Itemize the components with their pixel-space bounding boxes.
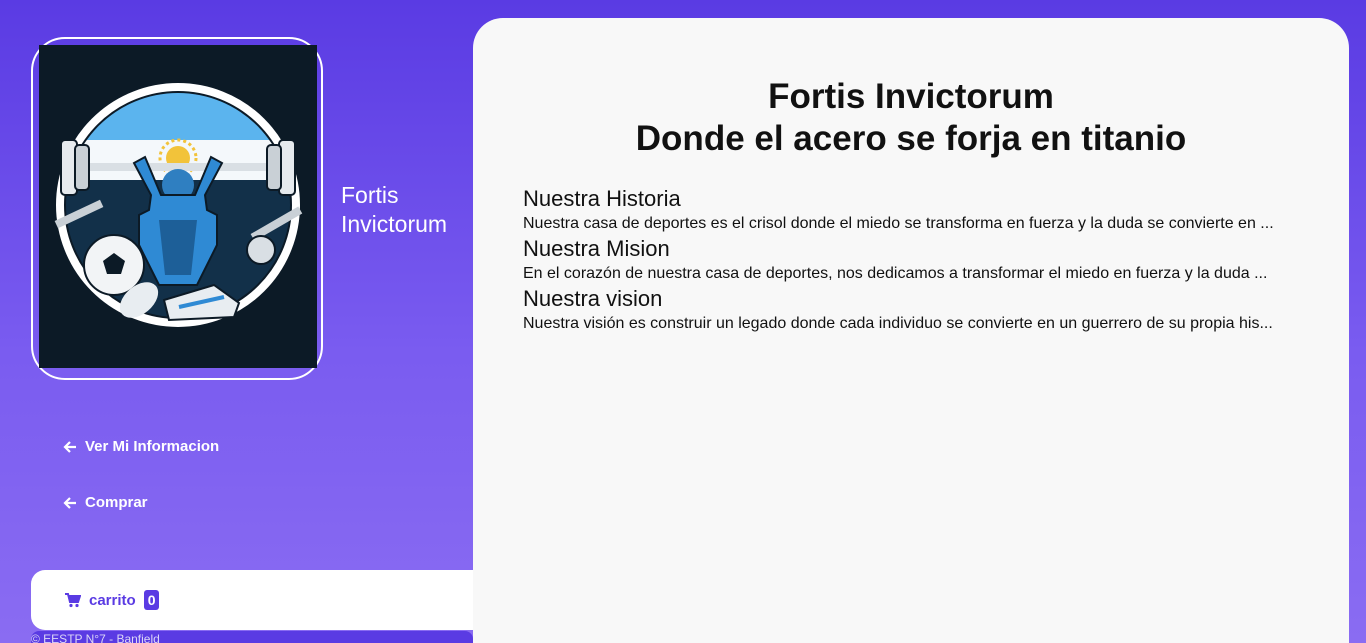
cart-count-badge: 0 [143,590,160,610]
section-title: Nuestra Mision [523,236,670,261]
nav-label: Comprar [85,494,148,511]
cart-label: carrito [89,591,136,609]
page-title: Fortis Invictorum Donde el acero se forj… [473,76,1349,160]
section-title: Nuestra vision [523,286,663,311]
nav-comprar[interactable]: Comprar [63,494,148,511]
section-mision: Nuestra Mision En el corazón de nuestra … [523,236,1303,286]
section-historia: Nuestra Historia Nuestra casa de deporte… [523,186,1303,236]
section-text: En el corazón de nuestra casa de deporte… [523,265,1268,282]
arrow-left-icon [63,440,76,453]
section-vision: Nuestra vision Nuestra visión es constru… [523,286,1303,336]
main-panel: Fortis Invictorum Donde el acero se forj… [473,18,1349,643]
title-line-2: Donde el acero se forja en titanio [635,119,1187,158]
cart-button[interactable]: carrito 0 [31,570,473,630]
nav-label: Ver Mi Informacion [85,438,220,455]
brand-name: Fortis Invictorum [341,182,448,237]
sections-list: Nuestra Historia Nuestra casa de deporte… [523,186,1303,336]
arrow-left-icon [63,496,76,509]
section-title: Nuestra Historia [523,186,681,211]
sidebar: Fortis Invictorum Ver Mi Informacion Com… [0,0,473,643]
title-line-1: Fortis Invictorum [768,77,1054,116]
gym-logo-icon [39,45,317,368]
cart-icon [65,593,81,608]
section-text: Nuestra casa de deportes es el crisol do… [523,215,1274,232]
section-text: Nuestra visión es construir un legado do… [523,315,1273,332]
nav-ver-mi-informacion[interactable]: Ver Mi Informacion [63,438,219,455]
footer-text: © EESTP N°7 - Banfield [31,632,160,643]
